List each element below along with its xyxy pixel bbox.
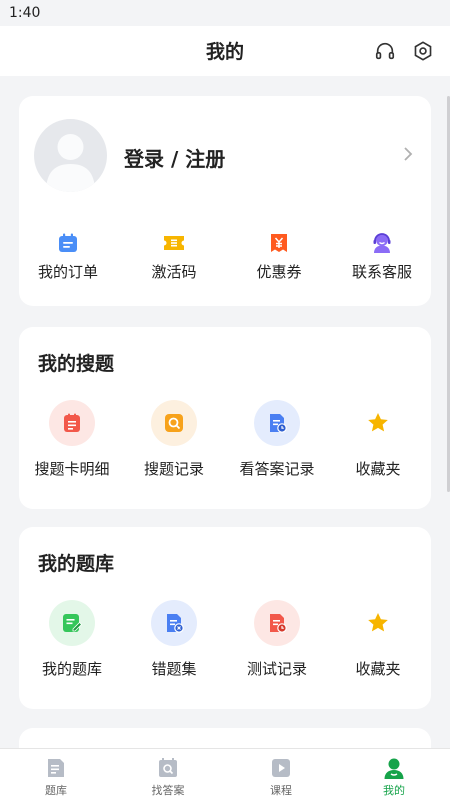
bottom-tab-bar: 题库 找答案 课程 我的: [0, 748, 450, 801]
account-shortcuts: 我的订单 激活码 优惠券 联系客服: [19, 214, 431, 294]
coupons-label: 优惠券: [256, 263, 302, 281]
search-card-detail-button[interactable]: 搜题卡明细: [17, 400, 127, 480]
tab-courses[interactable]: 课程: [225, 749, 337, 801]
question-bank-icon: [49, 600, 95, 646]
search-shortcuts: 搜题卡明细 搜题记录 看答案记录 收藏夹: [19, 400, 431, 480]
card-detail-icon: [49, 400, 95, 446]
avatar[interactable]: [34, 119, 107, 192]
tab-label: 课程: [270, 784, 292, 797]
search-card-detail-label: 搜题卡明细: [34, 460, 110, 478]
customer-service-label: 联系客服: [351, 263, 412, 281]
test-record-button[interactable]: 测试记录: [222, 600, 332, 680]
section-title: 我的搜题: [38, 353, 115, 375]
section-title: 我的题库: [38, 553, 115, 575]
star-icon: [355, 400, 401, 446]
status-time: 1:40: [9, 5, 41, 21]
chevron-right-icon[interactable]: [403, 146, 413, 162]
header: 我的: [0, 26, 450, 76]
search-record-button[interactable]: 搜题记录: [119, 400, 229, 480]
coupons-button[interactable]: 优惠券: [224, 214, 334, 294]
activation-code-button[interactable]: 激活码: [119, 214, 229, 294]
my-orders-label: 我的订单: [37, 263, 98, 281]
coupon-yen-icon: [256, 220, 302, 266]
profile-card: 登录 / 注册 我的订单 激活码 优惠券 联系客服: [19, 96, 431, 306]
find-answer-icon: [157, 757, 179, 779]
customer-service-button[interactable]: 联系客服: [327, 214, 437, 294]
search-record-label: 搜题记录: [143, 460, 204, 478]
gear-icon[interactable]: [412, 40, 434, 62]
search-record-icon: [151, 400, 197, 446]
test-record-icon: [254, 600, 300, 646]
test-record-label: 测试记录: [246, 660, 307, 678]
answer-record-icon: [254, 400, 300, 446]
wrong-questions-icon: [151, 600, 197, 646]
login-register-link[interactable]: 登录 / 注册: [124, 143, 225, 172]
person-icon: [383, 757, 405, 779]
wrong-questions-button[interactable]: 错题集: [119, 600, 229, 680]
customer-service-icon: [359, 220, 405, 266]
activation-code-label: 激活码: [151, 263, 197, 281]
answer-record-button[interactable]: 看答案记录: [222, 400, 332, 480]
star-icon: [355, 600, 401, 646]
tab-label: 题库: [45, 784, 67, 797]
tab-find-answer[interactable]: 找答案: [112, 749, 224, 801]
my-search-card: 我的搜题 搜题卡明细 搜题记录 看答案记录 收藏夹: [19, 327, 431, 509]
tab-question-bank[interactable]: 题库: [0, 749, 112, 801]
book-icon: [45, 757, 67, 779]
favorites-button[interactable]: 收藏夹: [323, 600, 433, 680]
wrong-questions-label: 错题集: [151, 660, 197, 678]
status-bar: 1:40: [0, 0, 450, 26]
answer-record-label: 看答案记录: [239, 460, 315, 478]
my-question-bank-card: 我的题库 我的题库 错题集 测试记录 收藏夹: [19, 527, 431, 709]
favorites-label: 收藏夹: [355, 660, 401, 678]
play-icon: [270, 757, 292, 779]
tab-label: 找答案: [151, 784, 185, 797]
headset-icon[interactable]: [374, 40, 396, 62]
favorites-label: 收藏夹: [355, 460, 401, 478]
ticket-icon: [151, 220, 197, 266]
my-orders-button[interactable]: 我的订单: [13, 214, 123, 294]
tab-mine[interactable]: 我的: [338, 749, 450, 801]
calendar-order-icon: [45, 220, 91, 266]
bank-shortcuts: 我的题库 错题集 测试记录 收藏夹: [19, 600, 431, 680]
my-question-bank-button[interactable]: 我的题库: [17, 600, 127, 680]
tab-label: 我的: [383, 784, 405, 797]
my-question-bank-label: 我的题库: [41, 660, 102, 678]
favorites-button[interactable]: 收藏夹: [323, 400, 433, 480]
